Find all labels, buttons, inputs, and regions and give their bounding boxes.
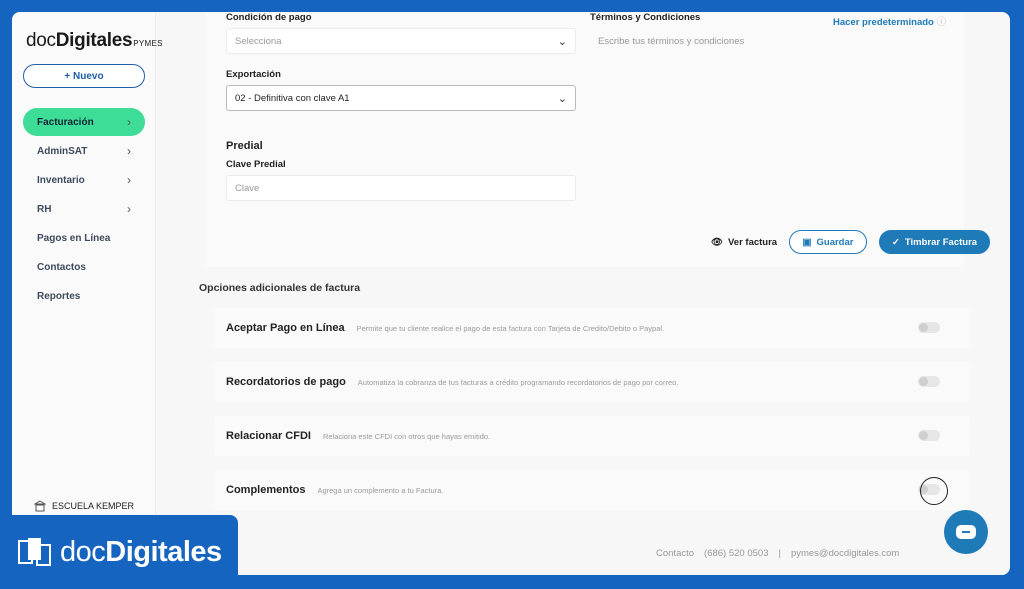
floppy-icon: ▣ xyxy=(802,236,812,248)
sidebar-item-label: AdminSAT xyxy=(37,145,88,157)
app-window: docDigitalesPYMES + Nuevo Facturación › … xyxy=(12,12,1010,575)
chevron-right-icon: › xyxy=(127,115,131,129)
footer-phone[interactable]: (686) 520 0503 xyxy=(704,548,768,559)
terms-placeholder: Escribe tus términos y condiciones xyxy=(598,36,745,47)
option-title: Aceptar Pago en Línea xyxy=(226,322,345,334)
option-description: Agrega un complemento a tu Factura. xyxy=(317,485,444,495)
payment-condition-label: Condición de pago xyxy=(226,12,312,23)
footer-email[interactable]: pymes@docdigitales.com xyxy=(791,548,899,559)
sidebar-item-inventario[interactable]: Inventario › xyxy=(23,166,145,194)
building-icon xyxy=(34,500,46,512)
chevron-down-icon: ⌄ xyxy=(557,35,567,48)
terms-textarea[interactable]: Escribe tus términos y condiciones xyxy=(590,32,940,114)
option-title: Relacionar CFDI xyxy=(226,430,311,442)
chevron-right-icon: › xyxy=(127,173,131,187)
option-description: Permite que tu cliente realice el pago d… xyxy=(356,323,665,333)
company-switcher[interactable]: ESCUELA KEMPER xyxy=(34,500,134,512)
option-related-cfdi: Relacionar CFDI Relaciona este CFDI con … xyxy=(214,416,970,456)
click-indicator xyxy=(920,477,948,505)
brand-overlay: docDigitales xyxy=(0,515,238,589)
view-invoice-label: Ver factura xyxy=(727,236,778,248)
check-circle-icon: ✓ xyxy=(891,236,900,248)
terms-label: Términos y Condiciones xyxy=(590,12,701,23)
stamp-invoice-label: Timbrar Factura xyxy=(904,236,978,248)
chevron-right-icon: › xyxy=(127,144,131,158)
option-online-payment: Aceptar Pago en Línea Permite que tu cli… xyxy=(214,308,970,348)
main-content: Condición de pago Selecciona ⌄ Términos … xyxy=(156,12,1010,575)
export-select[interactable]: 02 - Definitiva con clave A1 ⌄ xyxy=(226,85,576,111)
sidebar-item-label: Reportes xyxy=(37,290,81,302)
save-button[interactable]: ▣ Guardar xyxy=(789,230,867,254)
sidebar-item-label: RH xyxy=(37,203,52,215)
chevron-right-icon: › xyxy=(127,202,131,216)
export-value: 02 - Definitiva con clave A1 xyxy=(235,92,350,104)
eye-icon: 👁 xyxy=(710,236,723,248)
make-default-link[interactable]: Hacer predeterminado ⓘ xyxy=(833,14,946,28)
sidebar-item-label: Facturación xyxy=(37,116,94,128)
sidebar-item-facturacion[interactable]: Facturación › xyxy=(23,108,145,136)
sidebar-item-contactos[interactable]: Contactos xyxy=(23,253,145,281)
sidebar-item-label: Contactos xyxy=(37,261,86,273)
stamp-invoice-button[interactable]: ✓ Timbrar Factura xyxy=(879,230,990,254)
footer-separator: | xyxy=(778,548,781,559)
info-icon: ⓘ xyxy=(936,17,946,28)
predial-key-placeholder: Clave xyxy=(235,182,260,194)
related-cfdi-toggle[interactable] xyxy=(918,430,940,441)
sidebar-item-label: Inventario xyxy=(37,174,85,186)
sidebar-nav: Facturación › AdminSAT › Inventario › RH… xyxy=(23,108,145,311)
predial-heading: Predial xyxy=(226,140,263,152)
payment-condition-select[interactable]: Selecciona ⌄ xyxy=(226,28,576,54)
option-description: Relaciona este CFDI con otros que hayas … xyxy=(322,431,491,441)
brand-prefix: doc xyxy=(60,535,106,568)
app-logo[interactable]: docDigitalesPYMES xyxy=(26,30,163,52)
option-complements: Complementos Agrega un complemento a tu … xyxy=(214,470,970,510)
logo-bold: Digitales xyxy=(55,30,133,51)
footer-contact: Contacto xyxy=(656,548,695,559)
sidebar-item-adminsat[interactable]: AdminSAT › xyxy=(23,137,145,165)
sidebar-item-rh[interactable]: RH › xyxy=(23,195,145,223)
company-name: ESCUELA KEMPER xyxy=(52,501,135,511)
predial-key-label: Clave Predial xyxy=(226,159,286,170)
option-payment-reminders: Recordatorios de pago Automatiza la cobr… xyxy=(214,362,970,402)
sidebar-item-pagos[interactable]: Pagos en Línea xyxy=(23,224,145,252)
sidebar: docDigitalesPYMES + Nuevo Facturación › … xyxy=(12,12,162,575)
logo-prefix: doc xyxy=(26,30,56,51)
option-description: Automatiza la cobranza de tus facturas a… xyxy=(357,377,679,387)
additional-options-title: Opciones adicionales de factura xyxy=(199,282,361,294)
option-title: Complementos xyxy=(226,484,306,496)
predial-key-input[interactable]: Clave xyxy=(226,175,576,201)
save-label: Guardar xyxy=(816,236,854,248)
export-label: Exportación xyxy=(226,69,281,80)
online-payment-toggle[interactable] xyxy=(918,322,940,333)
sidebar-item-reportes[interactable]: Reportes xyxy=(23,282,145,310)
brand-wordmark: docDigitales xyxy=(60,536,222,569)
chevron-down-icon: ⌄ xyxy=(557,92,567,105)
chat-button[interactable] xyxy=(944,510,988,554)
invoice-form-panel: Condición de pago Selecciona ⌄ Términos … xyxy=(206,12,990,267)
sidebar-item-label: Pagos en Línea xyxy=(37,232,111,244)
chat-icon xyxy=(956,525,976,539)
view-invoice-button[interactable]: 👁 Ver factura xyxy=(710,230,778,254)
make-default-text: Hacer predeterminado xyxy=(833,17,934,28)
option-title: Recordatorios de pago xyxy=(226,376,346,388)
payment-reminders-toggle[interactable] xyxy=(918,376,940,387)
brand-bold: Digitales xyxy=(105,535,222,568)
payment-condition-placeholder: Selecciona xyxy=(235,35,282,47)
new-button[interactable]: + Nuevo xyxy=(23,64,145,88)
docs-logo-icon xyxy=(18,538,51,566)
footer: Contacto (686) 520 0503 | pymes@docdigit… xyxy=(656,548,899,559)
